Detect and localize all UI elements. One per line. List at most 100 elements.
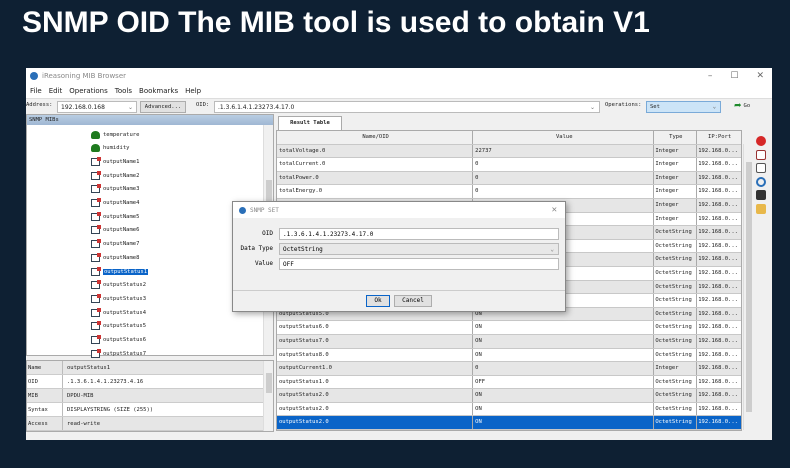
table-cell: 192.168.0... (698, 337, 738, 344)
table-cell: ON (473, 402, 655, 416)
tree-node[interactable]: outputName4 (91, 197, 139, 210)
tree-node-label: outputName8 (103, 254, 140, 261)
table-cell: outputStatus1.0 (277, 375, 474, 389)
tree-node[interactable]: outputName3 (91, 183, 139, 196)
column-header[interactable]: IP:Port (697, 131, 741, 144)
table-cell: OctetString (654, 239, 698, 253)
tree-node[interactable]: outputName6 (91, 224, 139, 237)
title-bar: iReasoning MIB Browser – ☐ ✕ (26, 68, 772, 84)
property-row: Access read-write (27, 417, 273, 431)
mib-node-icon (91, 211, 101, 221)
dialog-value-input[interactable]: OFF (279, 258, 559, 270)
property-row: OID .1.3.6.1.4.1.23273.4.16 (27, 375, 273, 389)
tree-node-label: outputStatus5 (103, 323, 147, 330)
column-header[interactable]: Name/OID (277, 131, 474, 144)
table-row[interactable]: outputStatus1.0 OFF OctetString 192.168.0..… (277, 375, 741, 390)
tree-node[interactable]: outputStatus1 (91, 265, 149, 278)
tree-node[interactable]: outputStatus2 (91, 279, 146, 292)
table-row[interactable]: outputStatus7.0 ON OctetString 192.168.0... (277, 334, 741, 349)
tab-result-table[interactable]: Result Table (278, 116, 342, 130)
oid-label: OID: (196, 102, 210, 108)
mib-node-icon (91, 156, 101, 166)
table-cell: OctetString (654, 402, 698, 416)
oid-input[interactable]: .1.3.6.1.4.1.23273.4.17.0 ⌄ (214, 101, 600, 113)
column-header[interactable]: Type (654, 131, 698, 144)
minimize-button[interactable]: – (708, 71, 713, 81)
table-cell: 0 (473, 171, 655, 185)
menu-file[interactable]: File (30, 87, 42, 95)
table-row[interactable]: outputCurrent1.0 0 Integer 192.168.0... (277, 362, 741, 376)
tree-node-label: temperature (103, 131, 140, 138)
tree-node[interactable]: humidity (91, 142, 130, 155)
search-icon[interactable] (756, 176, 766, 187)
table-row[interactable]: outputStatus8.0 ON OctetString 192.168.0... (277, 348, 741, 363)
props-scrollbar[interactable] (263, 361, 273, 431)
operations-select[interactable]: Set ⌄ (646, 101, 721, 113)
folder-leaf-icon (91, 144, 100, 153)
close-button[interactable]: ✕ (756, 71, 764, 81)
folder-icon[interactable] (756, 203, 766, 214)
mib-node-icon (91, 198, 101, 207)
address-label: Address: (26, 102, 53, 108)
tree-node[interactable]: outputStatus4 (91, 306, 146, 319)
table-cell: outputCurrent1.0 (277, 362, 474, 375)
table-row[interactable]: totalVoltage.0 22737 Integer 192.168.0... (277, 144, 741, 159)
tree-node-label: outputStatus4 (103, 309, 147, 316)
menu-tools[interactable]: Tools (115, 87, 132, 95)
ok-button[interactable]: Ok (366, 295, 390, 307)
table-cell: OctetString (654, 348, 698, 362)
table-cell: 192.168.0... (698, 201, 738, 208)
tree-node-label: outputName2 (103, 172, 140, 179)
result-scrollbar[interactable] (743, 144, 753, 430)
mib-node-icon (91, 170, 101, 180)
tree-node-label: outputName4 (103, 200, 140, 206)
tree-node[interactable]: outputName1 (91, 155, 139, 168)
tree-node[interactable]: temperature (91, 128, 139, 141)
menu-bookmarks[interactable]: Bookmarks (139, 87, 178, 95)
table-row[interactable]: outputStatus2.0 ON OctetString 192.168.0... (277, 402, 741, 417)
tree-node[interactable]: outputName8 (91, 251, 139, 264)
tree-node[interactable]: outputStatus5 (91, 320, 146, 333)
mib-node-icon (91, 266, 101, 276)
address-combo[interactable]: 192.168.0.168 ⌄ (57, 101, 137, 113)
table-cell: OctetString (654, 416, 698, 430)
maximize-button[interactable]: ☐ (730, 71, 738, 81)
table-cell: 192.168.0... (698, 229, 738, 236)
data-type-value: OctetString (283, 246, 323, 253)
dialog-oid-input[interactable]: .1.3.6.1.4.1.23273.4.17.0 (279, 228, 559, 240)
camera-icon[interactable] (756, 190, 766, 200)
tree-node[interactable]: outputName5 (91, 210, 139, 223)
delete-icon[interactable] (756, 136, 766, 146)
table-row[interactable]: totalCurrent.0 0 Integer 192.168.0... (277, 158, 741, 172)
tree-node[interactable]: outputStatus6 (91, 334, 146, 347)
dialog-close-button[interactable]: ✕ (552, 205, 557, 215)
table-row[interactable]: totalPower.0 0 Integer 192.168.0... (277, 171, 741, 186)
menu-operations[interactable]: Operations (69, 87, 107, 95)
menu-help[interactable]: Help (185, 87, 201, 95)
table-row[interactable]: outputStatus6.0 ON OctetString 192.168.0... (277, 321, 741, 335)
column-header[interactable]: Value (473, 131, 655, 144)
table-row[interactable]: totalEnergy.0 0 Integer 192.168.0... (277, 185, 741, 199)
table-row[interactable]: outputStatus2.0 ON OctetString 192.168.0... (277, 389, 741, 403)
go-button[interactable]: ➦ Go (734, 101, 750, 111)
tree-node[interactable]: outputName7 (91, 238, 139, 251)
table-cell: ON (473, 321, 655, 334)
tree-node[interactable]: outputStatus3 (91, 292, 146, 305)
table-cell: OctetString (654, 253, 698, 266)
table-cell: OFF (473, 375, 655, 389)
image-icon[interactable] (756, 149, 766, 160)
tree-node[interactable]: outputName2 (91, 169, 139, 182)
table-row[interactable]: outputStatus2.0 ON OctetString 192.168.0... (277, 416, 741, 431)
table-cell: 0 (473, 158, 655, 171)
document-icon[interactable] (756, 163, 766, 173)
advanced-button[interactable]: Advanced... (140, 101, 186, 113)
menu-edit[interactable]: Edit (49, 87, 63, 95)
table-cell: 192.168.0... (698, 351, 738, 358)
table-cell: 192.168.0... (698, 161, 738, 168)
property-key: Syntax (27, 403, 63, 416)
table-cell: totalCurrent.0 (277, 158, 474, 171)
cancel-button[interactable]: Cancel (394, 295, 432, 307)
data-type-select[interactable]: OctetString ⌄ (279, 243, 559, 255)
table-cell: Integer (654, 158, 698, 171)
tree-node[interactable]: outputStatus7 (91, 347, 146, 360)
